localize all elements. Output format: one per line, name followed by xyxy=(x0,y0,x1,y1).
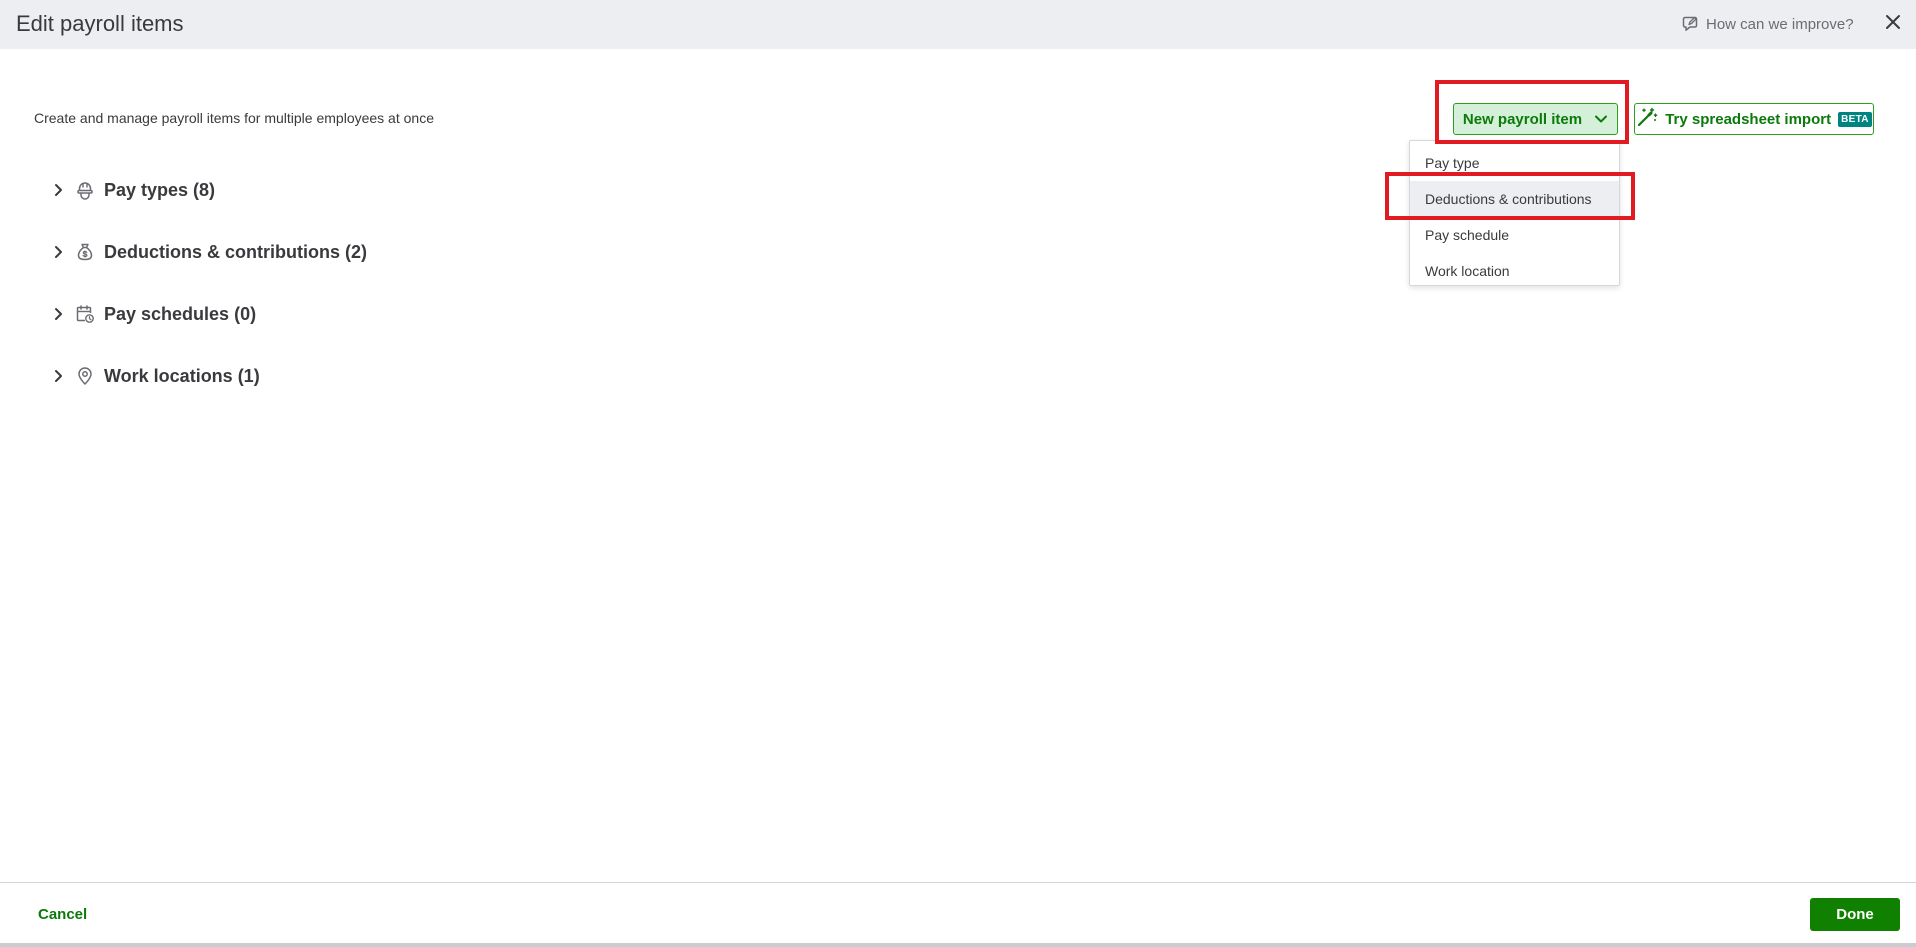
section-label: Work locations (1) xyxy=(104,365,260,386)
section-work-locations[interactable]: Work locations (1) xyxy=(48,361,260,391)
menu-item-deductions-contributions[interactable]: Deductions & contributions xyxy=(1410,181,1619,217)
feedback-icon xyxy=(1682,15,1700,33)
menu-item-pay-schedule[interactable]: Pay schedule xyxy=(1410,217,1619,253)
section-label: Pay schedules (0) xyxy=(104,303,257,324)
edit-payroll-items-page: Edit payroll items How can we improve? C… xyxy=(0,0,1916,947)
section-deductions-contributions[interactable]: Deductions & contributions (2) xyxy=(48,237,367,267)
section-label: Deductions & contributions (2) xyxy=(104,241,367,262)
chevron-right-icon xyxy=(48,369,68,383)
section-pay-types[interactable]: Pay types (8) xyxy=(48,175,215,205)
money-bag-icon xyxy=(74,242,96,262)
chevron-down-icon xyxy=(1594,111,1608,128)
chevron-right-icon xyxy=(48,307,68,321)
new-payroll-item-button[interactable]: New payroll item xyxy=(1453,103,1618,135)
spreadsheet-import-label: Try spreadsheet import xyxy=(1665,110,1832,128)
page-subtitle: Create and manage payroll items for mult… xyxy=(34,110,434,126)
new-payroll-item-label: New payroll item xyxy=(1462,110,1583,128)
close-icon xyxy=(1885,14,1901,35)
calendar-clock-icon xyxy=(74,304,96,324)
chevron-right-icon xyxy=(48,183,68,197)
new-payroll-item-menu: Pay type Deductions & contributions Pay … xyxy=(1409,140,1620,286)
menu-item-pay-type[interactable]: Pay type xyxy=(1410,145,1619,181)
feedback-link[interactable]: How can we improve? xyxy=(1682,13,1854,35)
close-button[interactable] xyxy=(1880,11,1906,37)
location-pin-icon xyxy=(74,366,96,386)
footer-divider xyxy=(0,943,1916,947)
menu-item-work-location[interactable]: Work location xyxy=(1410,253,1619,289)
feedback-label: How can we improve? xyxy=(1706,15,1854,33)
header-bar: Edit payroll items How can we improve? xyxy=(0,0,1916,49)
done-button[interactable]: Done xyxy=(1810,898,1900,931)
section-pay-schedules[interactable]: Pay schedules (0) xyxy=(48,299,256,329)
chevron-right-icon xyxy=(48,245,68,259)
beta-badge: BETA xyxy=(1838,111,1872,127)
hard-hat-icon xyxy=(74,180,96,200)
page-title: Edit payroll items xyxy=(16,11,184,36)
footer-bar: Cancel Done xyxy=(0,882,1916,947)
cancel-button[interactable]: Cancel xyxy=(38,906,87,923)
spreadsheet-import-button[interactable]: Try spreadsheet import BETA xyxy=(1634,103,1874,135)
magic-wand-icon xyxy=(1636,107,1658,131)
section-label: Pay types (8) xyxy=(104,179,216,200)
